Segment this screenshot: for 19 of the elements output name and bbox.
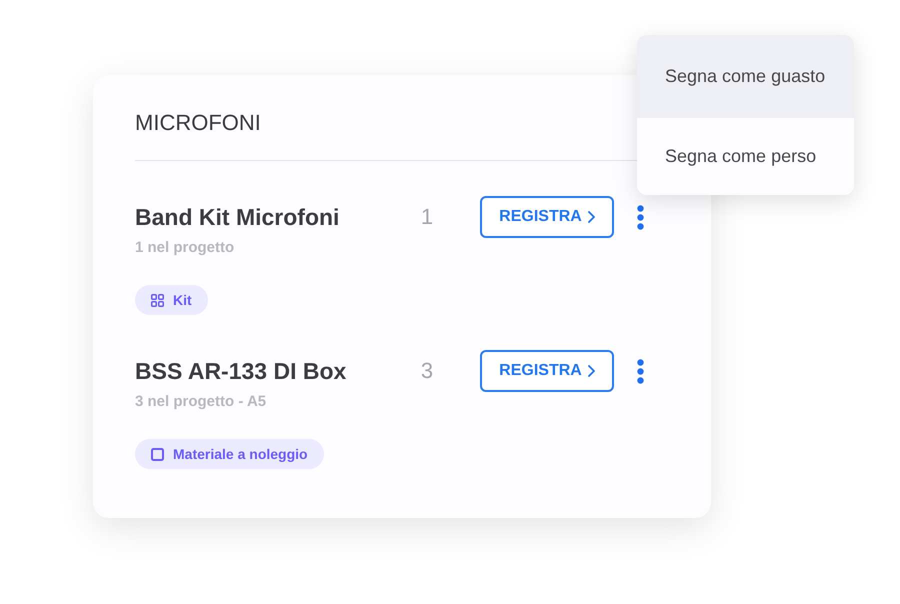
tag-label: Kit xyxy=(173,290,192,310)
section-title: MICROFONI xyxy=(135,109,261,137)
item-quantity: 3 xyxy=(420,357,434,385)
menu-item[interactable]: Segna come perso xyxy=(637,118,854,195)
more-options-icon[interactable] xyxy=(637,204,644,230)
item-name: Band Kit Microfoni xyxy=(135,204,340,230)
chevron-right-icon xyxy=(588,211,595,223)
item-subtitle: 1 nel progetto xyxy=(135,238,234,258)
item-name: BSS AR-133 DI Box xyxy=(135,358,346,384)
tag-label: Materiale a noleggio xyxy=(173,444,308,464)
register-button[interactable]: REGISTRA xyxy=(480,350,614,392)
grid-icon xyxy=(151,294,164,306)
chevron-right-icon xyxy=(588,365,595,377)
square-icon xyxy=(151,448,164,460)
menu-item[interactable]: Segna come guasto xyxy=(637,35,854,118)
item-subtitle: 3 nel progetto - A5 xyxy=(135,392,266,412)
more-options-icon[interactable] xyxy=(637,358,644,384)
item-quantity: 1 xyxy=(420,203,434,231)
register-button[interactable]: REGISTRA xyxy=(480,196,614,238)
